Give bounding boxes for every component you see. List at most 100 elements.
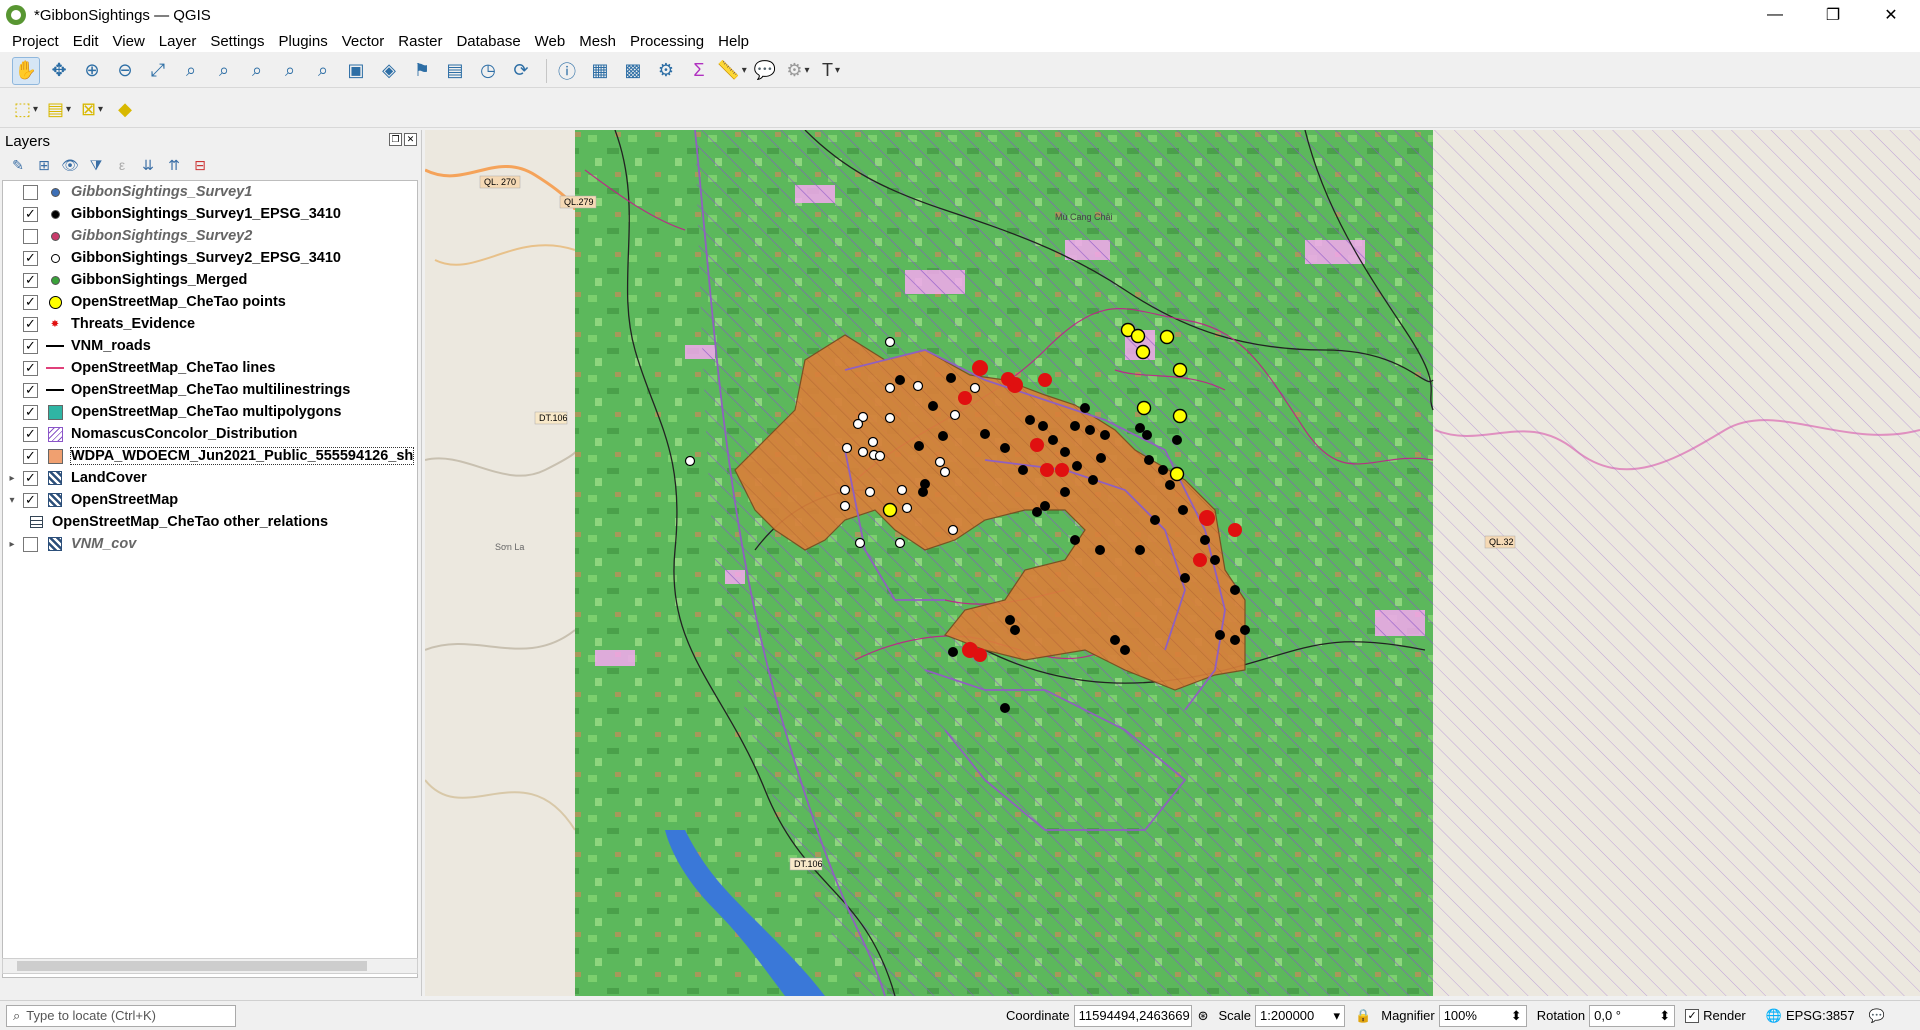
field-calculator-icon[interactable]: ▩ — [619, 57, 647, 85]
sighting-point[interactable] — [1240, 625, 1250, 635]
sighting-point[interactable] — [1070, 421, 1080, 431]
close-button[interactable]: ✕ — [1862, 0, 1920, 30]
sighting-point[interactable] — [857, 446, 869, 458]
sighting-point[interactable] — [884, 412, 896, 424]
map-svg[interactable]: QL. 270 QL.279 DT.106 DT.106 Sơn La Mù C… — [425, 130, 1920, 996]
layer-row[interactable]: ✓ OpenStreetMap_CheTao multipolygons — [3, 401, 417, 423]
sighting-point[interactable] — [684, 455, 696, 467]
sighting-point[interactable] — [1060, 487, 1070, 497]
remove-layer-icon[interactable]: ⊟ — [190, 155, 210, 175]
toggle-extents-icon[interactable]: ⊛ — [1198, 1008, 1209, 1024]
menu-edit[interactable]: Edit — [66, 33, 106, 50]
osm-point[interactable] — [1159, 329, 1175, 345]
filter-legend-icon[interactable]: ⧩ — [86, 155, 106, 175]
threat-marker[interactable] — [1030, 438, 1044, 452]
menu-mesh[interactable]: Mesh — [572, 33, 623, 50]
maximize-button[interactable]: ❐ — [1804, 0, 1862, 30]
sighting-point[interactable] — [914, 441, 924, 451]
menu-processing[interactable]: Processing — [623, 33, 711, 50]
layer-row[interactable]: GibbonSightings_Survey2 — [3, 225, 417, 247]
sighting-point[interactable] — [948, 647, 958, 657]
layer-visibility-checkbox[interactable] — [23, 228, 38, 244]
select-by-value-icon[interactable]: ▤ — [45, 96, 73, 124]
osm-point[interactable] — [1135, 344, 1151, 360]
locator-gear-icon[interactable]: ⚙ — [784, 57, 812, 85]
sighting-point[interactable] — [1005, 615, 1015, 625]
threat-marker[interactable] — [958, 391, 972, 405]
sighting-point[interactable] — [1085, 425, 1095, 435]
messages-button[interactable]: 💬 — [1869, 1008, 1885, 1024]
sighting-point[interactable] — [1142, 430, 1152, 440]
identify-icon[interactable]: ⓘ — [553, 57, 581, 85]
layer-row[interactable]: ✓ ✸ Threats_Evidence — [3, 313, 417, 335]
expand-arrow-icon[interactable]: ▸ — [5, 473, 19, 484]
lock-scale[interactable]: 🔒 — [1355, 1008, 1371, 1024]
layer-row[interactable]: ✓ GibbonSightings_Merged — [3, 269, 417, 291]
deselect-icon[interactable]: ⊠ — [78, 96, 106, 124]
coordinate-field[interactable]: 11594494,2463669 — [1073, 1004, 1192, 1027]
sighting-point[interactable] — [1088, 475, 1098, 485]
refresh-icon[interactable]: ⟳ — [507, 57, 535, 85]
sighting-point[interactable] — [896, 484, 908, 496]
select-features-icon[interactable]: ◆ — [111, 96, 139, 124]
layer-visibility-checkbox[interactable]: ✓ — [23, 206, 38, 222]
minimize-button[interactable]: — — [1746, 0, 1804, 30]
text-annotation-icon[interactable]: T — [817, 57, 845, 85]
threat-marker[interactable] — [1038, 373, 1052, 387]
sighting-point[interactable] — [874, 450, 886, 462]
menu-web[interactable]: Web — [528, 33, 573, 50]
threat-marker[interactable] — [1001, 372, 1015, 386]
zoom-last-icon[interactable]: ⌕ — [276, 57, 304, 85]
sighting-point[interactable] — [1158, 465, 1168, 475]
layer-visibility-checkbox[interactable]: ✓ — [23, 470, 38, 486]
layer-row[interactable]: ✓ GibbonSightings_Survey1_EPSG_3410 — [3, 203, 417, 225]
pan-to-selection-icon[interactable]: ✥ — [45, 57, 73, 85]
locator-search[interactable]: ⌕ Type to locate (Ctrl+K) — [6, 1004, 236, 1027]
style-manager-icon[interactable]: ✎ — [8, 155, 28, 175]
float-panel-icon[interactable]: ❐ — [389, 133, 402, 146]
zoom-layer-icon[interactable]: ⌕ — [210, 57, 238, 85]
map-tips-icon[interactable]: 💬 — [751, 57, 779, 85]
sighting-point[interactable] — [1010, 625, 1020, 635]
zoom-next-icon[interactable]: ⌕ — [309, 57, 337, 85]
osm-point[interactable] — [882, 502, 898, 518]
layer-visibility-checkbox[interactable]: ✓ — [23, 426, 38, 442]
sighting-point[interactable] — [1072, 461, 1082, 471]
layer-visibility-checkbox[interactable]: ✓ — [23, 382, 38, 398]
sighting-point[interactable] — [949, 409, 961, 421]
sighting-point[interactable] — [1080, 403, 1090, 413]
sighting-point[interactable] — [1000, 443, 1010, 453]
zoom-full-icon[interactable]: ⤢ — [144, 57, 172, 85]
close-panel-icon[interactable]: ✕ — [404, 133, 417, 146]
sighting-point[interactable] — [1180, 573, 1190, 583]
expand-all-icon[interactable]: ⇊ — [138, 155, 158, 175]
attribute-table-icon[interactable]: ▦ — [586, 57, 614, 85]
zoom-out-icon[interactable]: ⊖ — [111, 57, 139, 85]
sighting-point[interactable] — [946, 373, 956, 383]
show-bookmarks-icon[interactable]: ▤ — [441, 57, 469, 85]
menu-vector[interactable]: Vector — [335, 33, 392, 50]
sighting-point[interactable] — [1144, 455, 1154, 465]
layer-row[interactable]: ✓ WDPA_WDOECM_Jun2021_Public_555594126_sh — [3, 445, 417, 467]
layer-visibility-checkbox[interactable]: ✓ — [23, 250, 38, 266]
layer-visibility-checkbox[interactable]: ✓ — [23, 272, 38, 288]
sighting-point[interactable] — [841, 442, 853, 454]
sighting-point[interactable] — [918, 487, 928, 497]
filter-expression-icon[interactable]: ε — [112, 155, 132, 175]
sighting-point[interactable] — [1178, 505, 1188, 515]
menu-settings[interactable]: Settings — [203, 33, 271, 50]
sighting-point[interactable] — [1215, 630, 1225, 640]
sighting-point[interactable] — [1070, 535, 1080, 545]
expand-arrow-icon[interactable]: ▾ — [5, 495, 19, 506]
sighting-point[interactable] — [867, 436, 879, 448]
sighting-point[interactable] — [1230, 635, 1240, 645]
layer-visibility-checkbox[interactable]: ✓ — [23, 316, 38, 332]
sighting-point[interactable] — [1032, 507, 1042, 517]
zoom-in-icon[interactable]: ⊕ — [78, 57, 106, 85]
temporal-icon[interactable]: ◷ — [474, 57, 502, 85]
new-map-view-icon[interactable]: ▣ — [342, 57, 370, 85]
menu-raster[interactable]: Raster — [391, 33, 449, 50]
sighting-point[interactable] — [839, 484, 851, 496]
sighting-point[interactable] — [1095, 545, 1105, 555]
sighting-point[interactable] — [1210, 555, 1220, 565]
